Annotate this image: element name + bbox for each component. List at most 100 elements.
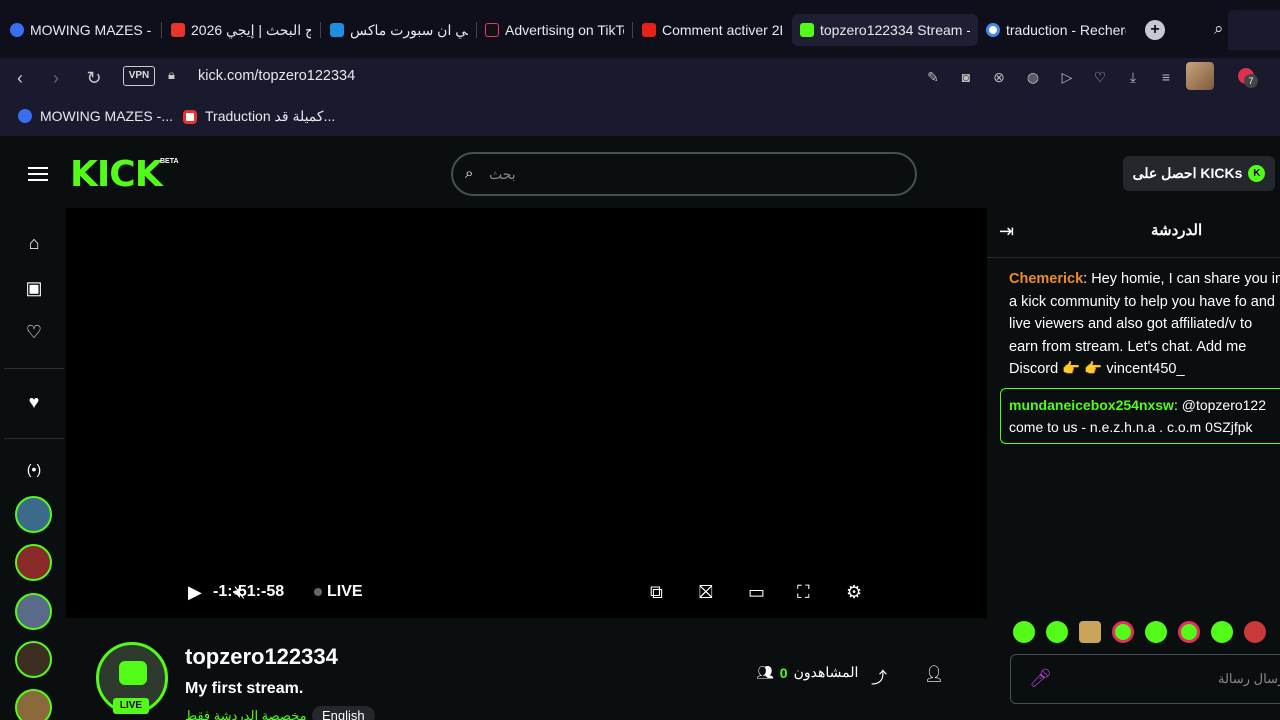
- browser-tab[interactable]: Advertising on TikTok: [477, 14, 632, 46]
- microphone-icon[interactable]: 🎤︎: [1029, 668, 1052, 689]
- reload-button[interactable]: ↻: [82, 66, 106, 90]
- follow-user-icon[interactable]: 👤︎: [924, 664, 944, 684]
- youtube-icon: [642, 23, 656, 37]
- search-tabs-icon[interactable]: ⌕: [1214, 19, 1224, 39]
- address-bar: ‹ › ↻ VPN 🔒︎ kick.com/topzero122334 ✎ ◙ …: [0, 58, 1280, 98]
- home-icon[interactable]: ⌂: [22, 231, 46, 255]
- bot-avatar-icon: [119, 661, 147, 685]
- bookmark-item[interactable]: MOWING MAZES -...: [18, 108, 173, 124]
- share-icon[interactable]: ⤴: [871, 664, 887, 688]
- live-channels-icon[interactable]: (•): [22, 457, 46, 481]
- video-player[interactable]: ▶ 🔇︎ -1:-51:-58 LIVE ⧉ ⛝ ▭ ⛶ ⚙: [66, 208, 987, 618]
- tab-title: traduction - Recherch: [1006, 22, 1126, 38]
- bookmarks-bar: MOWING MAZES -... Traduction كميلة قد...: [0, 98, 1280, 136]
- clip-icon[interactable]: ⛝: [699, 582, 713, 603]
- tiktok-icon: [485, 23, 499, 37]
- tab-favicon-icon: [10, 23, 24, 37]
- heart-icon[interactable]: ♡: [1090, 67, 1110, 87]
- profile-avatar[interactable]: [1186, 62, 1214, 90]
- emote-icon[interactable]: [1046, 621, 1068, 643]
- viewers-label: المشاهدون: [793, 664, 859, 680]
- beta-label: BETA: [160, 158, 179, 165]
- emote-icon[interactable]: [1079, 621, 1101, 643]
- channel-avatar[interactable]: [15, 496, 52, 533]
- channel-avatar[interactable]: [15, 544, 52, 581]
- forward-button[interactable]: ›: [44, 66, 68, 90]
- new-tab-button[interactable]: +: [1145, 20, 1165, 40]
- emote-icon[interactable]: [1112, 621, 1134, 643]
- collapse-chat-icon[interactable]: ⇥: [999, 221, 1014, 242]
- sidebar-divider: [4, 438, 64, 439]
- search-icon: ⌕: [465, 165, 474, 182]
- fullscreen-icon[interactable]: ⛶: [797, 582, 810, 603]
- chat-input[interactable]: 🎤︎ إرسال رسالة: [1010, 654, 1280, 704]
- camera-icon[interactable]: ◙: [956, 67, 976, 87]
- channel-avatar[interactable]: [15, 593, 52, 630]
- live-dot-icon: [314, 588, 322, 596]
- browse-icon[interactable]: ▣: [22, 276, 46, 300]
- browser-tab-active[interactable]: topzero122334 Stream - W: [792, 14, 978, 46]
- notification-count: 7: [1244, 74, 1258, 88]
- chat-title: الدردشة: [1151, 222, 1203, 239]
- back-button[interactable]: ‹: [8, 66, 32, 90]
- vpn-badge[interactable]: VPN: [123, 66, 155, 86]
- mini-player-icon[interactable]: ⧉: [650, 582, 663, 603]
- stream-tag[interactable]: مخصصة الدردشة فقط: [185, 708, 307, 720]
- kicks-coin-icon: K: [1248, 165, 1266, 182]
- tab-title: MOWING MAZES - Jo: [30, 22, 152, 38]
- emote-icon[interactable]: [1013, 621, 1035, 643]
- emote-bar: [1013, 621, 1266, 643]
- emote-icon[interactable]: [1178, 621, 1200, 643]
- following-icon[interactable]: ♡: [22, 320, 46, 344]
- emote-icon[interactable]: [1244, 621, 1266, 643]
- url-field[interactable]: kick.com/topzero122334: [198, 68, 355, 84]
- extension-panel: 7: [1228, 58, 1280, 98]
- settings-sliders-icon[interactable]: ≡: [1156, 67, 1176, 87]
- theater-mode-icon[interactable]: ▭: [748, 582, 765, 603]
- bookmark-label: MOWING MAZES -...: [40, 108, 173, 124]
- browser-tab[interactable]: traduction - Recherch: [978, 14, 1134, 46]
- browser-tab[interactable]: قناة بي ان سبورت ماكس: [322, 14, 476, 46]
- adblock-icon[interactable]: ⊗: [989, 67, 1009, 87]
- edit-icon[interactable]: ✎: [923, 67, 943, 87]
- live-badge: LIVE: [113, 698, 149, 714]
- browser-tab[interactable]: Comment activer 2FA: [634, 14, 790, 46]
- tab-separator: [161, 22, 162, 38]
- channel-avatar[interactable]: [15, 641, 52, 678]
- live-indicator[interactable]: LIVE: [314, 583, 363, 601]
- translate-favicon-icon: [183, 109, 197, 124]
- tab-separator: [320, 22, 321, 38]
- kick-logo[interactable]: KICK: [70, 157, 163, 193]
- chat-message: Chemerick: Hey homie, I can share you in…: [1009, 268, 1280, 381]
- play-icon[interactable]: ▷: [1057, 67, 1077, 87]
- emote-icon[interactable]: [1145, 621, 1167, 643]
- get-kicks-button[interactable]: احصل على KICKs K: [1123, 156, 1275, 191]
- sidebar-divider: [4, 368, 64, 369]
- translate-icon[interactable]: ◍: [1023, 67, 1043, 87]
- lock-icon[interactable]: 🔒︎: [168, 67, 175, 83]
- bookmark-item[interactable]: Traduction كميلة قد...: [183, 108, 335, 125]
- emote-icon[interactable]: [1211, 621, 1233, 643]
- channel-avatar[interactable]: [15, 689, 52, 720]
- download-icon[interactable]: ⤓: [1123, 67, 1143, 87]
- tab-separator: [632, 22, 633, 38]
- chat-username[interactable]: Chemerick: [1009, 271, 1083, 287]
- tab-title: 2026 نتائج البحث | إيجي: [191, 21, 311, 38]
- get-kicks-label: احصل على KICKs: [1132, 165, 1243, 181]
- favorites-heart-icon[interactable]: ♥: [22, 390, 46, 414]
- stream-title: My first stream.: [185, 680, 304, 697]
- viewers-number: 0: [779, 664, 788, 681]
- search-input[interactable]: ⌕ بحث: [451, 152, 917, 196]
- play-icon[interactable]: ▶: [188, 582, 202, 603]
- chat-username[interactable]: mundaneicebox254nxsw: [1009, 397, 1174, 413]
- browser-tab-bar: MOWING MAZES - Jo 2026 نتائج البحث | إيج…: [0, 0, 1280, 58]
- search-placeholder: بحث: [489, 166, 516, 182]
- language-badge[interactable]: English: [312, 706, 375, 720]
- tab-title: Comment activer 2FA: [662, 22, 782, 38]
- browser-tab[interactable]: 2026 نتائج البحث | إيجي: [163, 14, 319, 46]
- chat-panel: ⇥ الدردشة Chemerick: Hey homie, I can sh…: [987, 208, 1280, 720]
- menu-icon[interactable]: [28, 167, 48, 181]
- browser-tab[interactable]: MOWING MAZES - Jo: [2, 14, 160, 46]
- settings-gear-icon[interactable]: ⚙: [846, 582, 862, 603]
- channel-name[interactable]: topzero122334: [185, 644, 338, 670]
